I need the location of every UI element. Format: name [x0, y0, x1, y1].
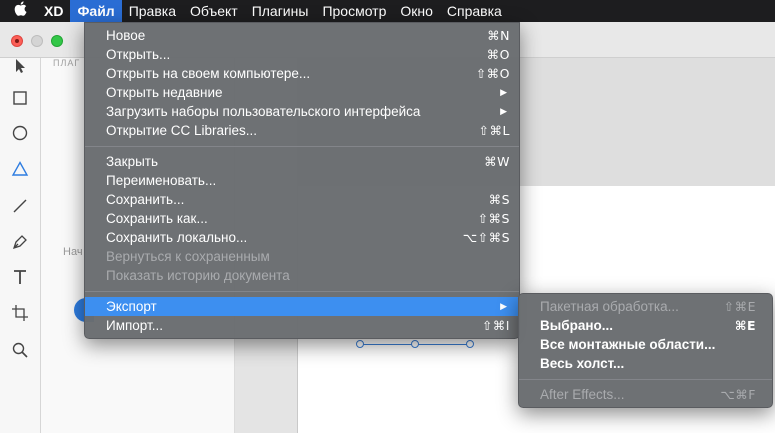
pen-tool-icon[interactable]: [8, 230, 32, 254]
menu-item-cc-libraries[interactable]: Открытие CC Libraries... ⇧⌘L: [85, 121, 519, 140]
menubar-plugins[interactable]: Плагины: [245, 0, 316, 22]
menu-item-export[interactable]: Экспорт ▶: [85, 297, 519, 316]
menubar-view[interactable]: Просмотр: [315, 0, 393, 22]
panel-label: ПЛАГ: [53, 58, 81, 68]
file-menu: Новое ⌘N Открыть... ⌘O Открыть на своем …: [84, 22, 520, 339]
ellipse-tool-icon[interactable]: [8, 121, 32, 145]
menu-item-new[interactable]: Новое ⌘N: [85, 26, 519, 45]
zoom-window-button[interactable]: [51, 35, 63, 47]
menu-item-open-local[interactable]: Открыть на своем компьютере... ⇧⌘O: [85, 64, 519, 83]
menu-item-version-history[interactable]: Показать историю документа: [85, 266, 519, 285]
menu-item-import[interactable]: Импорт... ⇧⌘I: [85, 316, 519, 335]
menubar-app-xd[interactable]: XD: [37, 0, 70, 22]
selection-handle[interactable]: [466, 340, 474, 348]
submenu-arrow-icon: ▶: [500, 301, 507, 311]
menu-item-rename[interactable]: Переименовать...: [85, 171, 519, 190]
menubar-window[interactable]: Окно: [393, 0, 440, 22]
menu-bar: XD Файл Правка Объект Плагины Просмотр О…: [0, 0, 775, 22]
menu-item-save-as[interactable]: Сохранить как... ⇧⌘S: [85, 209, 519, 228]
artboard-tool-icon[interactable]: [8, 301, 32, 325]
rectangle-tool-icon[interactable]: [8, 86, 32, 110]
menubar-edit[interactable]: Правка: [122, 0, 183, 22]
menubar-help[interactable]: Справка: [440, 0, 509, 22]
line-tool-icon[interactable]: [8, 194, 32, 218]
select-tool-icon[interactable]: [8, 54, 32, 78]
export-submenu: Пакетная обработка... ⇧⌘E Выбрано... ⌘E …: [518, 293, 773, 408]
apple-icon[interactable]: [0, 0, 37, 22]
menu-item-save-local[interactable]: Сохранить локально... ⌥⇧⌘S: [85, 228, 519, 247]
menu-separator: [85, 291, 519, 292]
text-tool-icon[interactable]: [8, 265, 32, 289]
minimize-window-button[interactable]: [31, 35, 43, 47]
home-label: Нач: [63, 246, 83, 258]
menu-item-close[interactable]: Закрыть ⌘W: [85, 152, 519, 171]
menu-item-open-recent[interactable]: Открыть недавние ▶: [85, 83, 519, 102]
menubar-file[interactable]: Файл: [70, 0, 122, 22]
tools-toolbar: [0, 58, 41, 433]
menubar-object[interactable]: Объект: [183, 0, 245, 22]
menu-item-export-all-artboards[interactable]: Все монтажные области...: [519, 335, 772, 354]
submenu-arrow-icon: ▶: [500, 87, 507, 97]
menu-item-export-selected[interactable]: Выбрано... ⌘E: [519, 316, 772, 335]
menu-separator: [519, 379, 772, 380]
polygon-tool-icon[interactable]: [8, 157, 32, 181]
menu-item-revert[interactable]: Вернуться к сохраненным: [85, 247, 519, 266]
menu-item-export-canvas[interactable]: Весь холст...: [519, 354, 772, 373]
menu-item-ui-kits[interactable]: Загрузить наборы пользовательского интер…: [85, 102, 519, 121]
menu-item-batch-export[interactable]: Пакетная обработка... ⇧⌘E: [519, 297, 772, 316]
selection-handle[interactable]: [356, 340, 364, 348]
menu-item-after-effects[interactable]: After Effects... ⌥⌘F: [519, 385, 772, 404]
menu-separator: [85, 146, 519, 147]
menu-item-save[interactable]: Сохранить... ⌘S: [85, 190, 519, 209]
zoom-tool-icon[interactable]: [8, 338, 32, 362]
selection-handle[interactable]: [411, 340, 419, 348]
submenu-arrow-icon: ▶: [500, 106, 507, 116]
menu-item-open[interactable]: Открыть... ⌘O: [85, 45, 519, 64]
close-window-button[interactable]: [11, 35, 23, 47]
